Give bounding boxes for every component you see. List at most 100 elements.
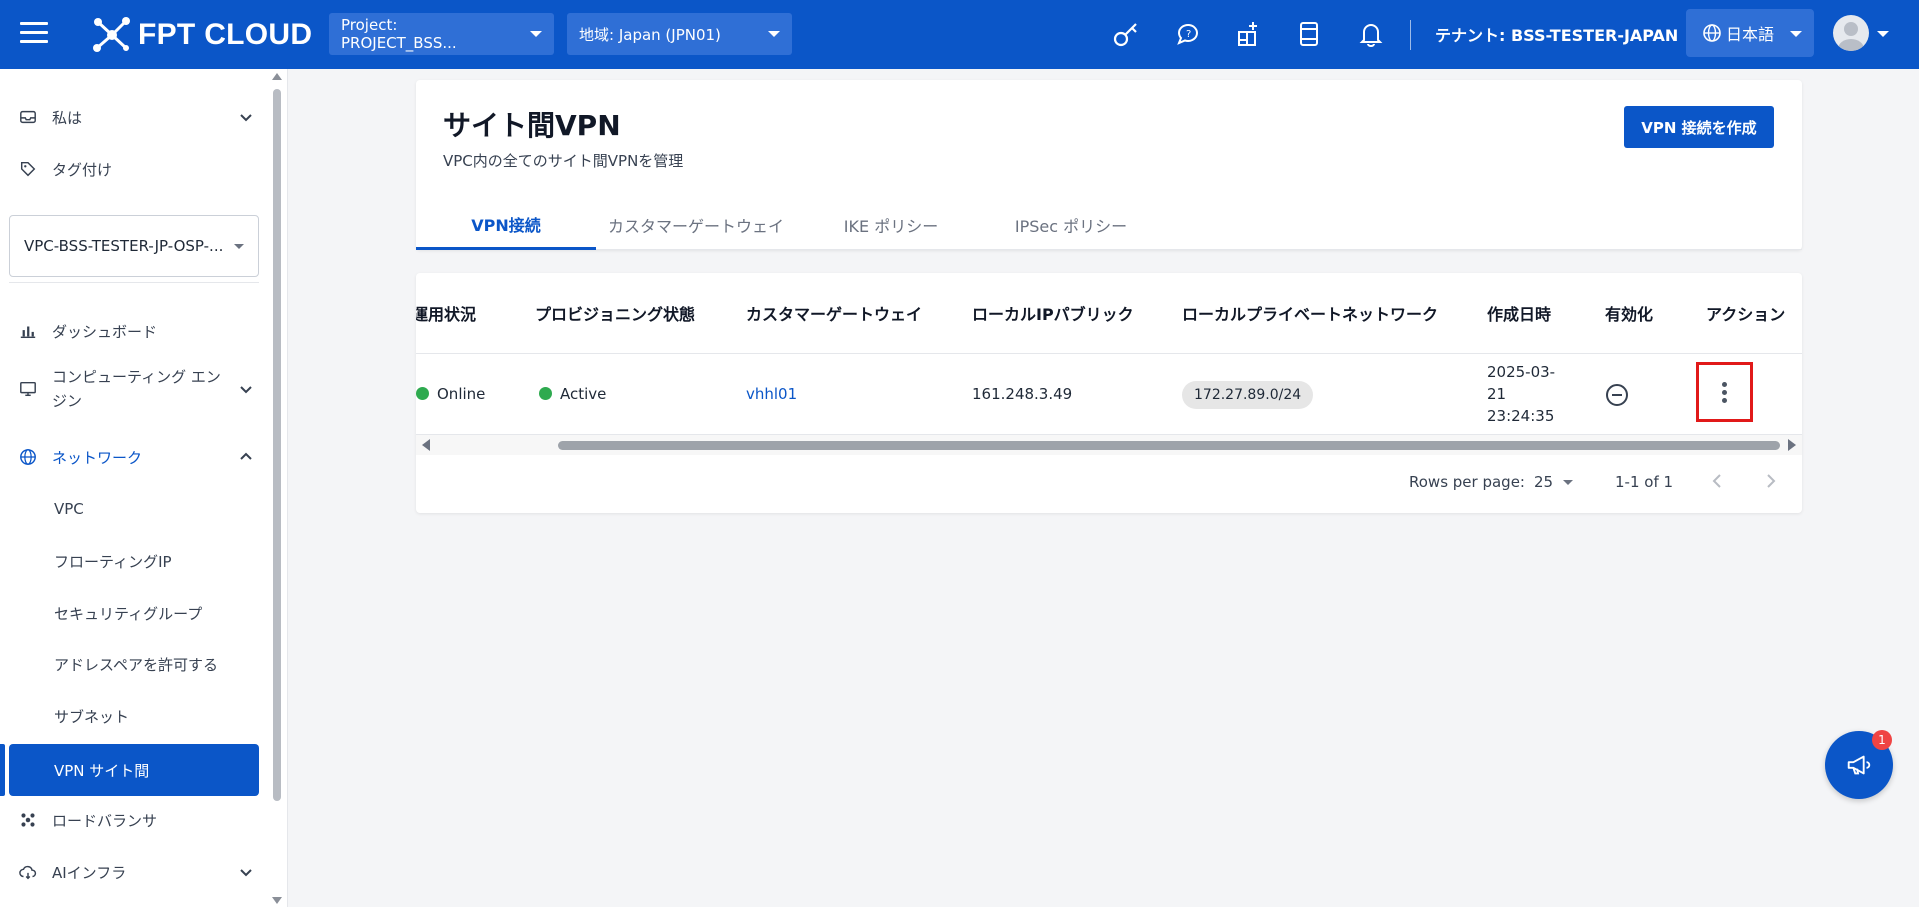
top-bar: FPT CLOUD Project: PROJECT_BSS... 地域: Ja…	[0, 0, 1919, 69]
sidebar-item-label: VPC	[54, 500, 84, 518]
user-icon	[1838, 22, 1864, 51]
column-header-operating-status[interactable]: 運用状況	[416, 301, 476, 325]
tab-vpn-connections[interactable]: VPN接続	[416, 200, 596, 250]
operating-status: Online	[437, 385, 486, 403]
page-header-card: サイト間VPN VPC内の全てのサイト間VPNを管理 VPN 接続を作成 VPN…	[416, 80, 1802, 250]
monitor-icon	[18, 379, 38, 399]
operating-status-cell: Online	[416, 385, 485, 403]
customer-gateway-link[interactable]: vhhl01	[746, 385, 797, 403]
sidebar-item-dashboard[interactable]: ダッシュボード	[0, 309, 268, 353]
column-header-customer-gateway[interactable]: カスタマーゲートウェイ	[746, 301, 922, 325]
sidebar-item-network[interactable]: ネットワーク	[0, 435, 268, 479]
sidebar-scrollbar[interactable]	[270, 71, 284, 905]
sidebar: 私は タグ付け VPC-BSS-TESTER-JP-OSP-... ダッシュボー…	[0, 69, 288, 907]
sidebar-item-label: コンピューティング エンジン	[52, 368, 221, 410]
globe-icon	[18, 447, 38, 467]
megaphone-icon	[1847, 755, 1871, 775]
tab-customer-gateway[interactable]: カスタマーゲートウェイ	[596, 200, 796, 250]
header-divider	[416, 353, 1802, 354]
sidebar-item-me[interactable]: 私は	[0, 95, 268, 139]
sidebar-item-allowed-address-pair[interactable]: アドレスペアを許可する	[0, 642, 268, 686]
rows-per-page-value: 25	[1534, 473, 1554, 491]
column-header-local-private-network[interactable]: ローカルプライベートネットワーク	[1182, 301, 1438, 325]
project-select[interactable]: Project: PROJECT_BSS...	[329, 13, 554, 55]
chevron-down-icon	[1790, 31, 1802, 37]
sidebar-item-label: 私は	[52, 108, 83, 127]
apps-add-icon[interactable]	[1234, 19, 1264, 49]
column-header-provisioning-status[interactable]: プロビジョニング状態	[535, 301, 695, 325]
sidebar-item-load-balancer[interactable]: ロードバランサ	[0, 798, 268, 842]
scroll-down-icon[interactable]	[272, 897, 282, 904]
avatar[interactable]	[1833, 15, 1869, 51]
page-title: サイト間VPN	[443, 109, 621, 142]
create-vpn-connection-button[interactable]: VPN 接続を作成	[1624, 106, 1774, 148]
vpc-select-value: VPC-BSS-TESTER-JP-OSP-...	[24, 237, 224, 255]
scroll-up-icon[interactable]	[272, 73, 282, 80]
row-actions-button[interactable]	[1696, 362, 1753, 422]
sidebar-item-ai-infra[interactable]: AIインフラ	[0, 850, 268, 894]
tab-ike-policy[interactable]: IKE ポリシー	[801, 200, 981, 250]
sidebar-item-vpn-site-to-site[interactable]: VPN サイト間	[9, 744, 259, 796]
vpn-connections-table: 運用状況 プロビジョニング状態 カスタマーゲートウェイ ローカルIPパブリック …	[416, 273, 1802, 513]
table-horizontal-scrollbar[interactable]	[416, 435, 1802, 455]
scroll-left-icon[interactable]	[422, 439, 430, 451]
fpt-cloud-logo[interactable]: FPT CLOUD	[92, 16, 312, 54]
horizontal-scrollbar-thumb[interactable]	[558, 441, 1780, 450]
active-item-marker	[0, 744, 5, 796]
chevron-down-icon	[234, 244, 244, 249]
scroll-right-icon[interactable]	[1788, 439, 1796, 451]
language-label: 日本語	[1726, 25, 1775, 44]
tab-ipsec-policy[interactable]: IPSec ポリシー	[981, 200, 1161, 250]
sidebar-item-label: ロードバランサ	[52, 811, 158, 830]
svg-text:?: ?	[1186, 29, 1191, 40]
local-private-network-chip: 172.27.89.0/24	[1182, 381, 1314, 409]
bell-icon[interactable]	[1356, 19, 1386, 49]
document-icon[interactable]	[1294, 19, 1324, 49]
created-at-cell: 2025-03-21 23:24:35	[1487, 363, 1556, 425]
sidebar-item-label: AIインフラ	[52, 863, 127, 882]
chevron-up-icon	[240, 452, 252, 460]
sidebar-item-label: セキュリティグループ	[54, 604, 203, 623]
notification-count-badge: 1	[1872, 730, 1892, 750]
sidebar-item-tagging[interactable]: タグ付け	[0, 147, 268, 191]
sidebar-item-security-group[interactable]: セキュリティグループ	[0, 591, 268, 635]
column-header-enabled[interactable]: 有効化	[1605, 301, 1653, 325]
inbox-icon	[18, 107, 38, 127]
support-chat-icon[interactable]: ?	[1174, 19, 1204, 49]
region-select-value: 地域: Japan (JPN01)	[579, 25, 721, 44]
rows-per-page-select[interactable]: 25	[1534, 473, 1574, 491]
vpc-select[interactable]: VPC-BSS-TESTER-JP-OSP-...	[9, 215, 259, 277]
sidebar-item-subnet[interactable]: サブネット	[0, 694, 268, 738]
column-header-local-ip-public[interactable]: ローカルIPパブリック	[972, 301, 1134, 325]
column-header-created-at[interactable]: 作成日時	[1487, 301, 1551, 325]
provisioning-status: Active	[560, 385, 607, 403]
user-menu-chevron-icon[interactable]	[1877, 31, 1889, 37]
page-subtitle: VPC内の全てのサイト間VPNを管理	[443, 152, 684, 170]
language-select[interactable]: 日本語	[1686, 9, 1814, 57]
globe-icon	[1703, 24, 1721, 42]
status-dot-icon	[416, 387, 429, 400]
local-ip-public-cell: 161.248.3.49	[972, 385, 1073, 403]
load-balancer-icon	[18, 810, 38, 830]
sidebar-item-label: ネットワーク	[52, 448, 143, 467]
chevron-down-icon	[240, 869, 252, 877]
chevron-down-icon	[530, 31, 542, 37]
tenant-label: テナント: BSS-TESTER-JAPAN	[1435, 26, 1679, 45]
key-icon[interactable]	[1111, 19, 1141, 49]
hamburger-menu-icon[interactable]	[20, 22, 48, 46]
previous-page-icon[interactable]	[1706, 470, 1728, 492]
sidebar-item-floating-ip[interactable]: フローティングIP	[0, 539, 268, 583]
tenant-select[interactable]: テナント: BSS-TESTER-JAPAN	[1435, 22, 1701, 46]
kebab-menu-icon	[1722, 379, 1727, 406]
tag-icon	[18, 159, 38, 179]
sidebar-item-vpc[interactable]: VPC	[0, 487, 268, 531]
sidebar-item-label: タグ付け	[52, 160, 113, 179]
region-select[interactable]: 地域: Japan (JPN01)	[567, 13, 792, 55]
scrollbar-thumb[interactable]	[273, 89, 281, 801]
chevron-down-icon	[1563, 479, 1574, 485]
sidebar-item-label: サブネット	[54, 707, 130, 726]
next-page-icon[interactable]	[1760, 470, 1782, 492]
minus-circle-icon[interactable]	[1605, 383, 1629, 407]
sidebar-item-compute[interactable]: コンピューティング エンジン	[0, 359, 268, 419]
sidebar-item-label: VPN サイト間	[54, 761, 150, 780]
